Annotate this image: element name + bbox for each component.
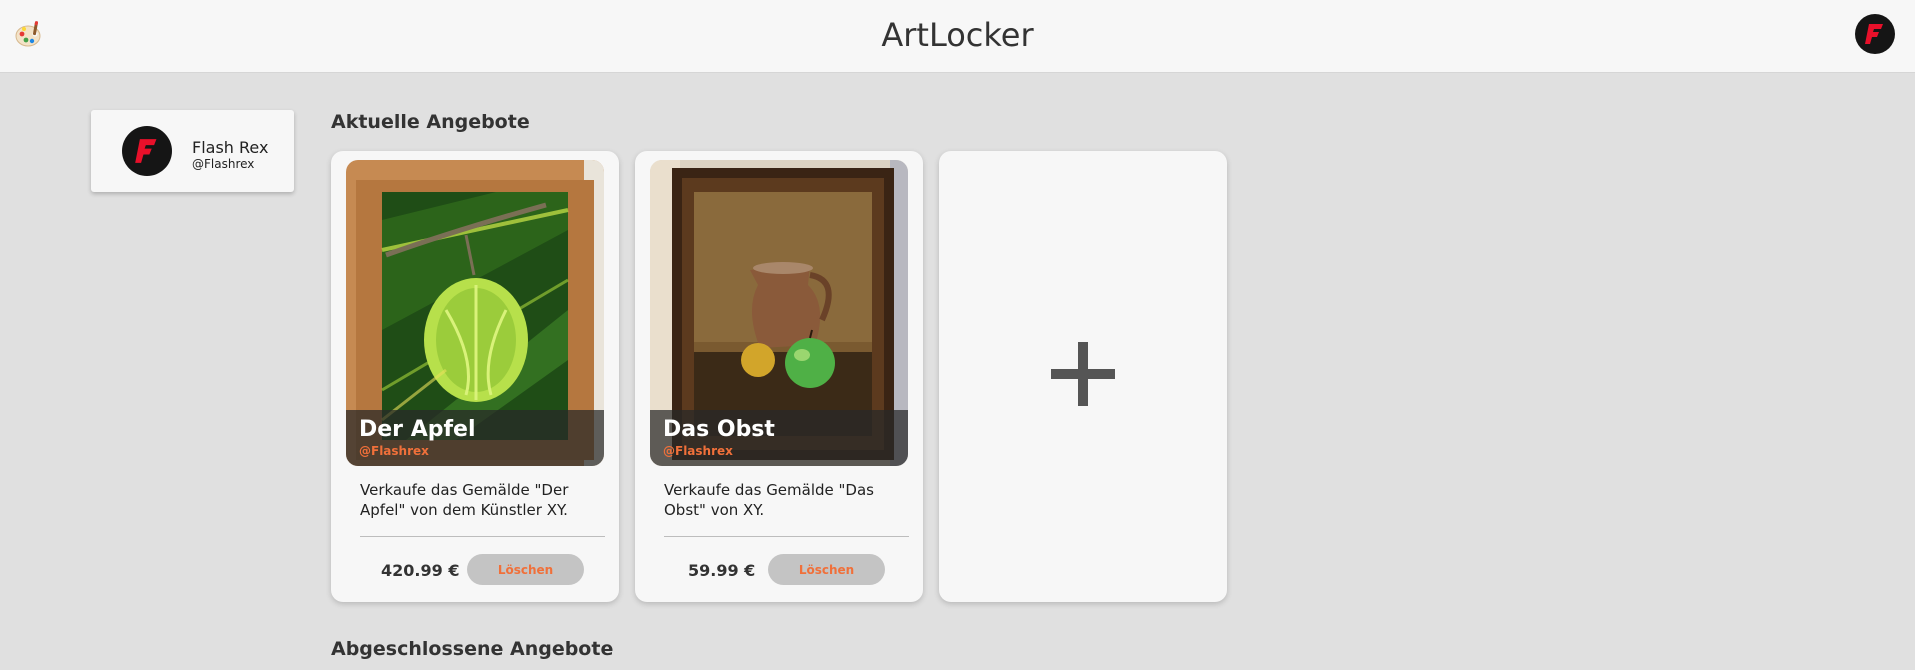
offer-image[interactable]: Der Apfel @Flashrex	[346, 160, 604, 466]
delete-button[interactable]: Löschen	[768, 554, 885, 585]
profile-name: Flash Rex	[192, 138, 269, 157]
offer-image[interactable]: Das Obst @Flashrex	[650, 160, 908, 466]
offer-image-title: Das Obst	[663, 417, 775, 442]
offer-image-handle[interactable]: @Flashrex	[663, 444, 733, 458]
section-title-completed: Abgeschlossene Angebote	[331, 638, 614, 660]
offer-image-title: Der Apfel	[359, 417, 476, 442]
offer-image-handle[interactable]: @Flashrex	[359, 444, 429, 458]
offer-price: 59.99 €	[688, 561, 756, 580]
user-avatar[interactable]	[1855, 14, 1895, 54]
profile-card[interactable]: Flash Rex @Flashrex	[91, 110, 294, 192]
add-offer-card[interactable]	[939, 151, 1227, 602]
flash-f-icon	[135, 139, 157, 163]
section-title-current: Aktuelle Angebote	[331, 111, 530, 133]
offer-card[interactable]: Das Obst @Flashrex Verkaufe das Gemälde …	[635, 151, 923, 602]
profile-handle: @Flashrex	[192, 157, 255, 171]
offer-price: 420.99 €	[381, 561, 460, 580]
offer-description: Verkaufe das Gemälde "Der Apfel" von dem…	[360, 481, 569, 519]
divider	[664, 536, 909, 537]
flash-f-icon	[1865, 24, 1883, 44]
offer-card[interactable]: Der Apfel @Flashrex Verkaufe das Gemälde…	[331, 151, 619, 602]
divider	[360, 536, 605, 537]
offer-description: Verkaufe das Gemälde "Das Obst" von XY.	[664, 481, 874, 519]
app-title: ArtLocker	[881, 16, 1034, 54]
top-bar: ArtLocker	[0, 0, 1915, 73]
profile-avatar	[122, 126, 172, 176]
delete-button[interactable]: Löschen	[467, 554, 584, 585]
